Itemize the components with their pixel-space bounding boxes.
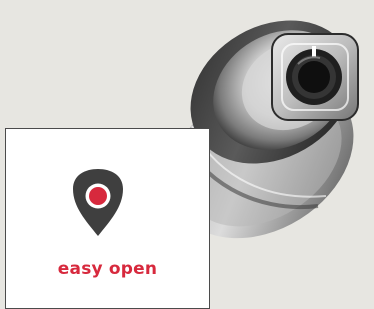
brand-text: easy open <box>57 259 158 279</box>
easy-open-badge: easy open <box>5 128 210 309</box>
shield-target-icon <box>70 167 126 239</box>
product-promo-image: easy open <box>0 0 374 309</box>
